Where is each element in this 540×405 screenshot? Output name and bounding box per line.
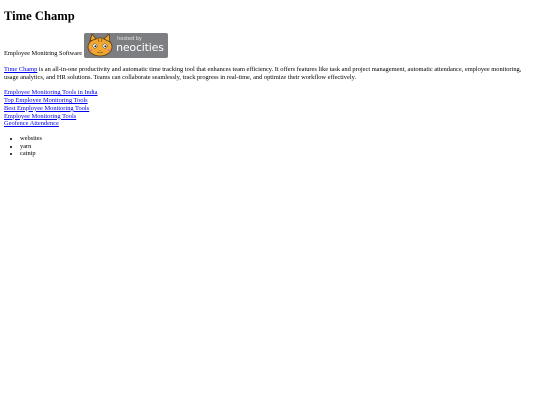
list-item: websites [20,135,536,143]
link-list: Employee Monitoring Tools in India Top E… [4,89,536,128]
list-item: yarn [20,143,536,151]
list-item: catnip [20,150,536,158]
badge-brand-text: neocities [116,41,164,54]
time-champ-link[interactable]: Time Champ [4,66,37,73]
page: Time Champ Employee Monitring Software h… [0,0,540,405]
bullet-list: websites yarn catnip [4,135,536,158]
intro-text: is an all-in-one productivity and automa… [4,66,522,81]
link-best-monitoring-tools[interactable]: Best Employee Monitoring Tools [4,105,89,113]
tagline: Employee Monitring Software [4,50,83,58]
link-monitoring-tools[interactable]: Employee Monitoring Tools [4,113,76,121]
page-title: Time Champ [4,9,75,23]
link-monitoring-tools-india[interactable]: Employee Monitoring Tools in India [4,89,98,97]
tagline-row: Employee Monitring Software hosted by ne… [4,33,536,58]
neocities-cat-icon [87,33,113,57]
link-geofence-attendence[interactable]: Geofence Attendence [4,120,59,128]
intro-paragraph: Time Champ is an all-in-one productivity… [4,66,524,81]
link-top-monitoring-tools[interactable]: Top Employee Monitoring Tools [4,97,88,105]
neocities-badge-link[interactable]: hosted by neocities [84,33,169,58]
